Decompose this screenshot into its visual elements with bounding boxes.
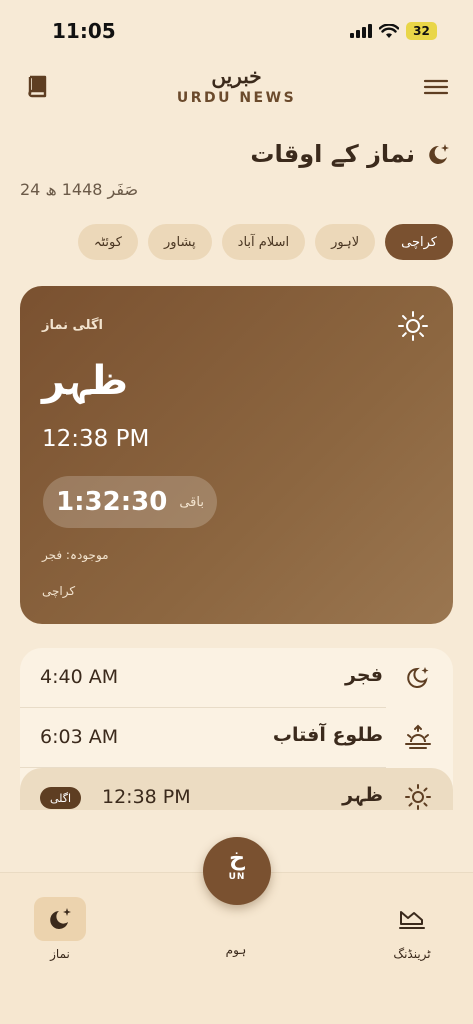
home-logo-urdu: خ [229,846,245,871]
current-prayer: موجودہ: فجر [42,548,109,562]
trending-tab-icon-wrap [386,897,438,941]
next-badge: اگلی [40,787,82,809]
battery-indicator: 32 [406,22,437,40]
prayer-name: ظہر [342,784,383,806]
next-prayer-card: اگلی نماز ظہر 12:38 PM باقی 1:32:30 موجو… [20,286,453,624]
tab-trending[interactable]: ٹرینڈنگ [362,897,462,961]
crescent-star-icon [429,144,449,164]
crescent-star-icon [407,667,429,688]
status-bar: 11:05 32 [0,0,473,60]
status-time: 11:05 [52,19,116,43]
brand-urdu: خبریں [211,64,262,88]
city-tabs: کراچی لاہور اسلام آباد پشاور کوئٹہ [77,224,453,260]
prayer-row-fajr[interactable]: 4:40 AM فجر [20,648,453,707]
tab-islamabad[interactable]: اسلام آباد [221,224,306,260]
wifi-icon [379,23,399,38]
tab-label: ٹرینڈنگ [393,947,431,961]
next-prayer-time: 12:38 PM [42,426,150,452]
bottom-tab-bar: نماز خ UN ہوم ٹرینڈنگ [0,837,473,1024]
menu-icon[interactable] [423,74,449,100]
home-button[interactable]: خ UN [203,837,271,905]
tab-quetta[interactable]: کوئٹہ [77,224,138,260]
page-title-row: نماز کے اوقات [250,140,451,168]
status-icons: 32 [350,22,437,40]
countdown-value: 1:32:30 [56,487,168,517]
next-prayer-label: اگلی نماز [42,318,103,333]
sunrise-icon [405,724,431,749]
prayer-name: طلوع آفتاب [272,724,383,746]
crescent-star-icon [50,908,71,929]
brand-logo[interactable]: خبریں URDU NEWS [0,64,473,106]
prayer-times-list: 4:40 AM فجر 6:03 AM طلوع آفتاب اگلی 12:3… [20,648,453,810]
brand-english: URDU NEWS [176,90,297,106]
signal-icon [350,24,372,38]
prayer-tab-icon-wrap [34,897,86,941]
countdown-pill: باقی 1:32:30 [43,476,217,528]
prayer-row-sunrise[interactable]: 6:03 AM طلوع آفتاب [20,708,453,767]
tab-lahore[interactable]: لاہور [315,224,376,260]
home-logo-english: UN [228,872,246,882]
trending-chart-icon [399,911,425,929]
prayer-time: 6:03 AM [40,726,119,748]
countdown-label: باقی [179,494,204,510]
prayer-row-dhuhr[interactable]: اگلی 12:38 PM ظہر [20,768,453,810]
page-title: نماز کے اوقات [250,140,415,168]
prayer-name: فجر [345,664,383,686]
tab-peshawar[interactable]: پشاور [147,224,212,260]
tab-label: نماز [50,947,70,961]
prayer-time: 12:38 PM [102,786,191,808]
prayer-time: 4:40 AM [40,666,119,688]
tab-karachi[interactable]: کراچی [385,224,453,260]
next-prayer-name: ظہر [42,358,128,404]
hijri-date: 24 صَفَر 1448 ھ [20,180,139,199]
sun-icon [398,311,428,341]
app-header: خبریں URDU NEWS [0,60,473,120]
tab-label: ہوم [225,943,247,957]
tab-prayer[interactable]: نماز [10,897,110,961]
card-city: کراچی [42,584,76,598]
sun-icon [405,784,431,810]
